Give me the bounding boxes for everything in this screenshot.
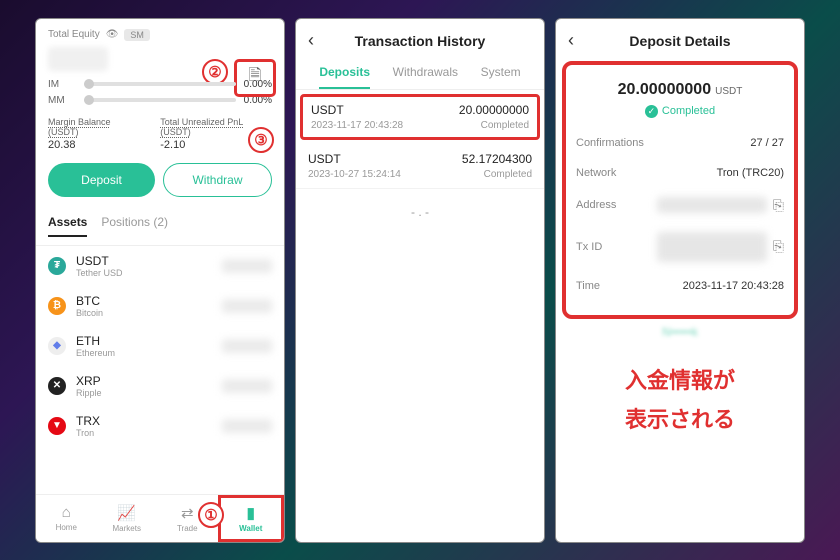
marker-1: ① bbox=[198, 502, 224, 528]
markets-icon: 📈 bbox=[117, 504, 136, 522]
history-button-highlight: 🗎 bbox=[234, 59, 276, 97]
details-card-highlight: 20.00000000 USDT ✓Completed Confirmations… bbox=[562, 61, 798, 319]
asset-row[interactable]: ✕ XRPRipple bbox=[36, 366, 284, 406]
mm-slider[interactable] bbox=[84, 98, 236, 102]
asset-value-blurred bbox=[222, 299, 272, 313]
wallet-icon: ▮ bbox=[247, 504, 255, 522]
list-end: - . - bbox=[296, 189, 544, 235]
page-title: Transaction History bbox=[355, 33, 486, 49]
document-icon[interactable]: 🗎 bbox=[249, 64, 262, 91]
bottom-nav: ⌂Home 📈Markets ⇄Trade ▮Wallet bbox=[36, 494, 284, 542]
network-label: Network bbox=[576, 167, 616, 179]
marker-3: ③ bbox=[248, 127, 274, 153]
asset-row[interactable]: ▼ TRXTron bbox=[36, 406, 284, 446]
confirmations-value: 27 / 27 bbox=[750, 137, 784, 149]
address-value-blurred bbox=[657, 197, 767, 213]
margin-balance-label: Margin Balance (USDT) bbox=[48, 117, 140, 137]
asset-symbol: XRP bbox=[76, 374, 212, 388]
tx-timestamp: 2023-11-17 20:43:28 bbox=[311, 120, 403, 131]
im-label: IM bbox=[48, 79, 76, 90]
screen-transaction-history: ‹ Transaction History Deposits Withdrawa… bbox=[295, 18, 545, 543]
asset-row[interactable]: ₿ BTCBitcoin bbox=[36, 286, 284, 326]
asset-row[interactable]: ◆ ETHEthereum bbox=[36, 326, 284, 366]
back-icon[interactable]: ‹ bbox=[568, 30, 574, 51]
withdraw-button[interactable]: Withdraw bbox=[163, 163, 272, 197]
tx-status: Completed bbox=[481, 120, 529, 131]
nav-home[interactable]: ⌂Home bbox=[36, 495, 97, 542]
total-equity-label: Total Equity bbox=[48, 29, 100, 40]
copy-icon[interactable]: ⎘ bbox=[773, 238, 784, 255]
marker-2: ② bbox=[202, 59, 228, 85]
transaction-row[interactable]: USDT 52.17204300 2023-10-27 15:24:14 Compl… bbox=[296, 144, 544, 189]
asset-name: Bitcoin bbox=[76, 308, 212, 318]
asset-value-blurred bbox=[222, 339, 272, 353]
total-equity-value-blurred bbox=[48, 47, 108, 71]
tx-amount: 52.17204300 bbox=[462, 152, 532, 166]
confirmations-label: Confirmations bbox=[576, 137, 644, 149]
asset-symbol: BTC bbox=[76, 294, 212, 308]
deposit-unit: USDT bbox=[715, 86, 742, 97]
screen-deposit-details: ‹ Deposit Details 20.00000000 USDT ✓Compl… bbox=[555, 18, 805, 543]
im-slider[interactable] bbox=[84, 82, 236, 86]
page-title: Deposit Details bbox=[629, 33, 730, 49]
tx-symbol: USDT bbox=[308, 152, 341, 166]
nav-wallet-highlight[interactable]: ▮Wallet bbox=[218, 495, 285, 542]
tx-amount: 20.00000000 bbox=[459, 103, 529, 117]
check-icon: ✓ bbox=[645, 105, 658, 118]
deposit-button[interactable]: Deposit bbox=[48, 163, 155, 197]
asset-name: Tron bbox=[76, 428, 212, 438]
asset-row[interactable]: ₮ USDTTether USD bbox=[36, 246, 284, 286]
deposit-amount: 20.00000000 bbox=[618, 81, 711, 98]
eye-icon[interactable]: 👁 bbox=[106, 29, 119, 40]
asset-value-blurred bbox=[222, 379, 272, 393]
tab-assets[interactable]: Assets bbox=[48, 215, 87, 237]
nav-markets[interactable]: 📈Markets bbox=[97, 495, 158, 542]
screen-wallet: Total Equity 👁 SM 🗎 ② IM 0.00% MM 0.00% … bbox=[35, 18, 285, 543]
asset-name: Ethereum bbox=[76, 348, 212, 358]
asset-symbol: TRX bbox=[76, 414, 212, 428]
asset-value-blurred bbox=[222, 419, 272, 433]
asset-symbol: ETH bbox=[76, 334, 212, 348]
status-badge: ✓Completed bbox=[576, 105, 784, 128]
time-value: 2023-11-17 20:43:28 bbox=[683, 280, 784, 292]
tab-withdrawals[interactable]: Withdrawals bbox=[393, 65, 458, 89]
network-value: Tron (TRC20) bbox=[717, 167, 784, 179]
tab-positions[interactable]: Positions (2) bbox=[101, 215, 168, 237]
asset-value-blurred bbox=[222, 259, 272, 273]
asset-icon: ◆ bbox=[48, 337, 66, 355]
asset-icon: ▼ bbox=[48, 417, 66, 435]
asset-name: Tether USD bbox=[76, 268, 212, 278]
annotation-text: 入金情報が 表示される bbox=[556, 339, 804, 462]
blurred-text: N•••••k bbox=[556, 321, 804, 339]
home-icon: ⌂ bbox=[62, 504, 71, 521]
transaction-row-highlight[interactable]: USDT 20.00000000 2023-11-17 20:43:28 Compl… bbox=[300, 94, 540, 140]
tx-symbol: USDT bbox=[311, 103, 344, 117]
asset-symbol: USDT bbox=[76, 254, 212, 268]
tab-system[interactable]: System bbox=[481, 65, 521, 89]
copy-icon[interactable]: ⎘ bbox=[773, 197, 784, 214]
asset-name: Ripple bbox=[76, 388, 212, 398]
time-label: Time bbox=[576, 280, 600, 292]
asset-icon: ✕ bbox=[48, 377, 66, 395]
tx-timestamp: 2023-10-27 15:24:14 bbox=[308, 169, 401, 180]
back-icon[interactable]: ‹ bbox=[308, 30, 314, 51]
asset-icon: ₮ bbox=[48, 257, 66, 275]
asset-icon: ₿ bbox=[48, 297, 66, 315]
txid-value-blurred bbox=[657, 232, 767, 262]
mm-label: MM bbox=[48, 95, 76, 106]
trade-icon: ⇄ bbox=[181, 504, 194, 522]
margin-balance-value: 20.38 bbox=[48, 139, 140, 151]
tab-deposits[interactable]: Deposits bbox=[319, 65, 370, 89]
address-label: Address bbox=[576, 199, 616, 211]
sm-badge: SM bbox=[124, 29, 150, 41]
txid-label: Tx ID bbox=[576, 241, 602, 253]
tx-status: Completed bbox=[484, 169, 532, 180]
